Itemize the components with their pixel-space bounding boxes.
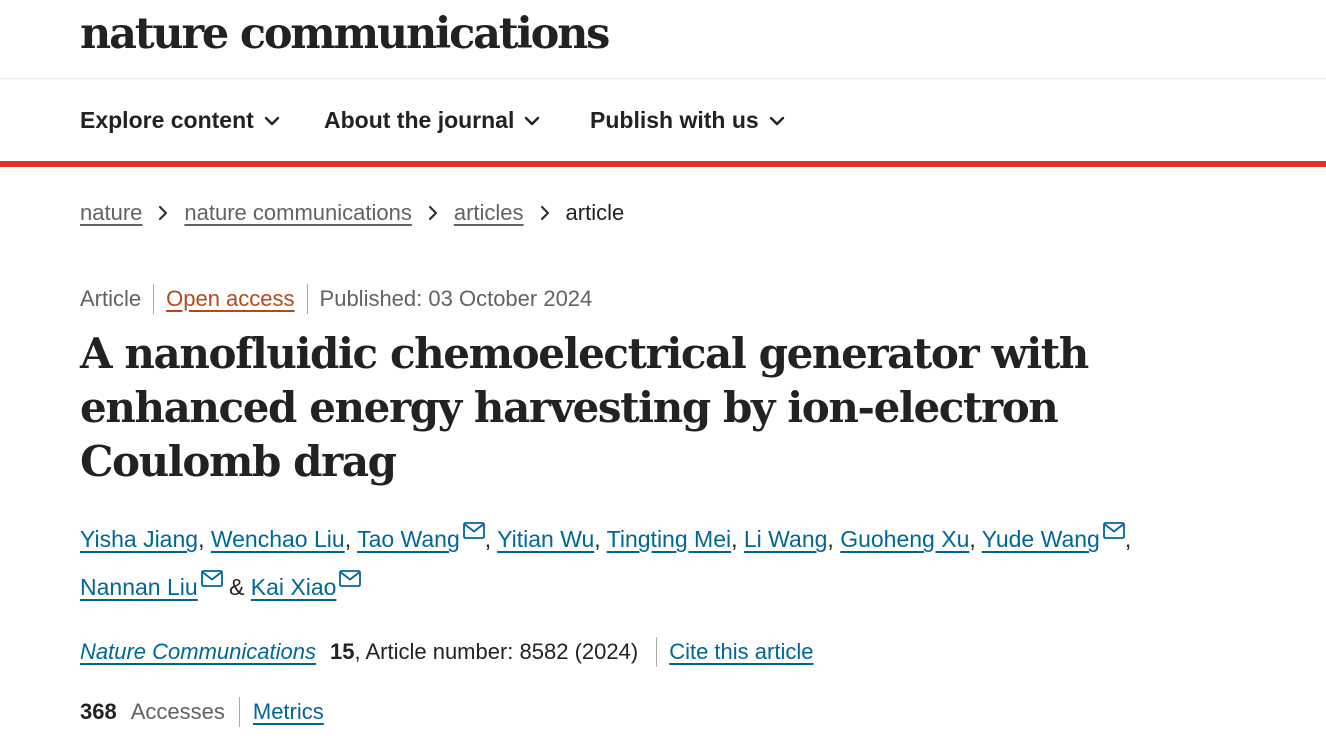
breadcrumb-current: article <box>565 200 625 225</box>
chevron-down-icon <box>264 116 280 125</box>
author-link[interactable]: Li Wang <box>744 526 828 552</box>
email-icon[interactable] <box>1102 522 1125 539</box>
author-link[interactable]: Yitian Wu <box>497 526 594 552</box>
citation-line: Nature Communications 15 , Article numbe… <box>80 637 813 667</box>
main-nav: Explore content About the journal Publis… <box>0 79 1326 167</box>
accesses-label: Accesses <box>130 699 225 724</box>
nav-explore-content[interactable]: Explore content <box>80 107 280 134</box>
chevron-down-icon <box>769 116 784 125</box>
open-access-link[interactable]: Open access <box>166 286 294 312</box>
chevron-right-icon <box>159 205 168 221</box>
article-title: A nanofluidic chemoelectrical generator … <box>80 329 1089 486</box>
article-meta: Article Open access Published: 03 Octobe… <box>80 284 592 314</box>
nav-item-label: Explore content <box>80 107 254 133</box>
author-list: Yisha Jiang, Wenchao Liu, Tao Wang, Yiti… <box>80 515 1260 611</box>
email-icon[interactable] <box>200 570 223 587</box>
breadcrumb-link-articles[interactable]: articles <box>454 200 524 226</box>
author-link[interactable]: Nannan Liu <box>80 574 198 600</box>
chevron-right-icon <box>428 205 437 221</box>
nav-about-journal[interactable]: About the journal <box>324 107 540 134</box>
metrics-link[interactable]: Metrics <box>253 699 324 725</box>
author-link[interactable]: Tao Wang <box>357 526 460 552</box>
author-link[interactable]: Yude Wang <box>982 526 1100 552</box>
email-icon[interactable] <box>462 522 485 539</box>
chevron-right-icon <box>540 205 549 221</box>
volume-number: 15 <box>329 639 355 664</box>
nav-publish-with-us[interactable]: Publish with us <box>590 107 785 134</box>
nav-item-label: Publish with us <box>590 107 759 133</box>
author-link[interactable]: Yisha Jiang <box>80 526 198 552</box>
metrics-divider <box>238 697 240 727</box>
author-link[interactable]: Guoheng Xu <box>840 526 969 552</box>
site-header: nature communications Explore content Ab… <box>0 0 1326 167</box>
citation-divider <box>656 637 658 667</box>
chevron-down-icon <box>525 116 540 125</box>
author-link[interactable]: Tingting Mei <box>607 526 731 552</box>
header-top-bar: nature communications <box>0 0 1326 79</box>
breadcrumb-link-nature-communications[interactable]: nature communications <box>184 200 411 226</box>
accesses-count: 368 <box>80 699 117 724</box>
authors-joiner: & <box>229 574 245 600</box>
author-link[interactable]: Kai Xiao <box>251 574 337 600</box>
cite-article-link[interactable]: Cite this article <box>669 639 813 665</box>
breadcrumb-link-nature[interactable]: nature <box>80 200 142 226</box>
breadcrumb: nature nature communications articles ar… <box>80 200 624 226</box>
meta-divider <box>153 284 155 314</box>
author-link[interactable]: Wenchao Liu <box>211 526 345 552</box>
nav-item-label: About the journal <box>324 107 515 133</box>
email-icon[interactable] <box>339 570 362 587</box>
metrics-summary: 368 Accesses Metrics <box>80 697 324 727</box>
published-date: Published: 03 October 2024 <box>319 286 593 311</box>
journal-logo[interactable]: nature communications <box>80 8 610 60</box>
article-type: Article <box>80 286 142 311</box>
meta-divider <box>306 284 308 314</box>
journal-name-link[interactable]: Nature Communications <box>80 639 316 665</box>
article-number: , Article number: 8582 (2024) <box>354 639 639 664</box>
